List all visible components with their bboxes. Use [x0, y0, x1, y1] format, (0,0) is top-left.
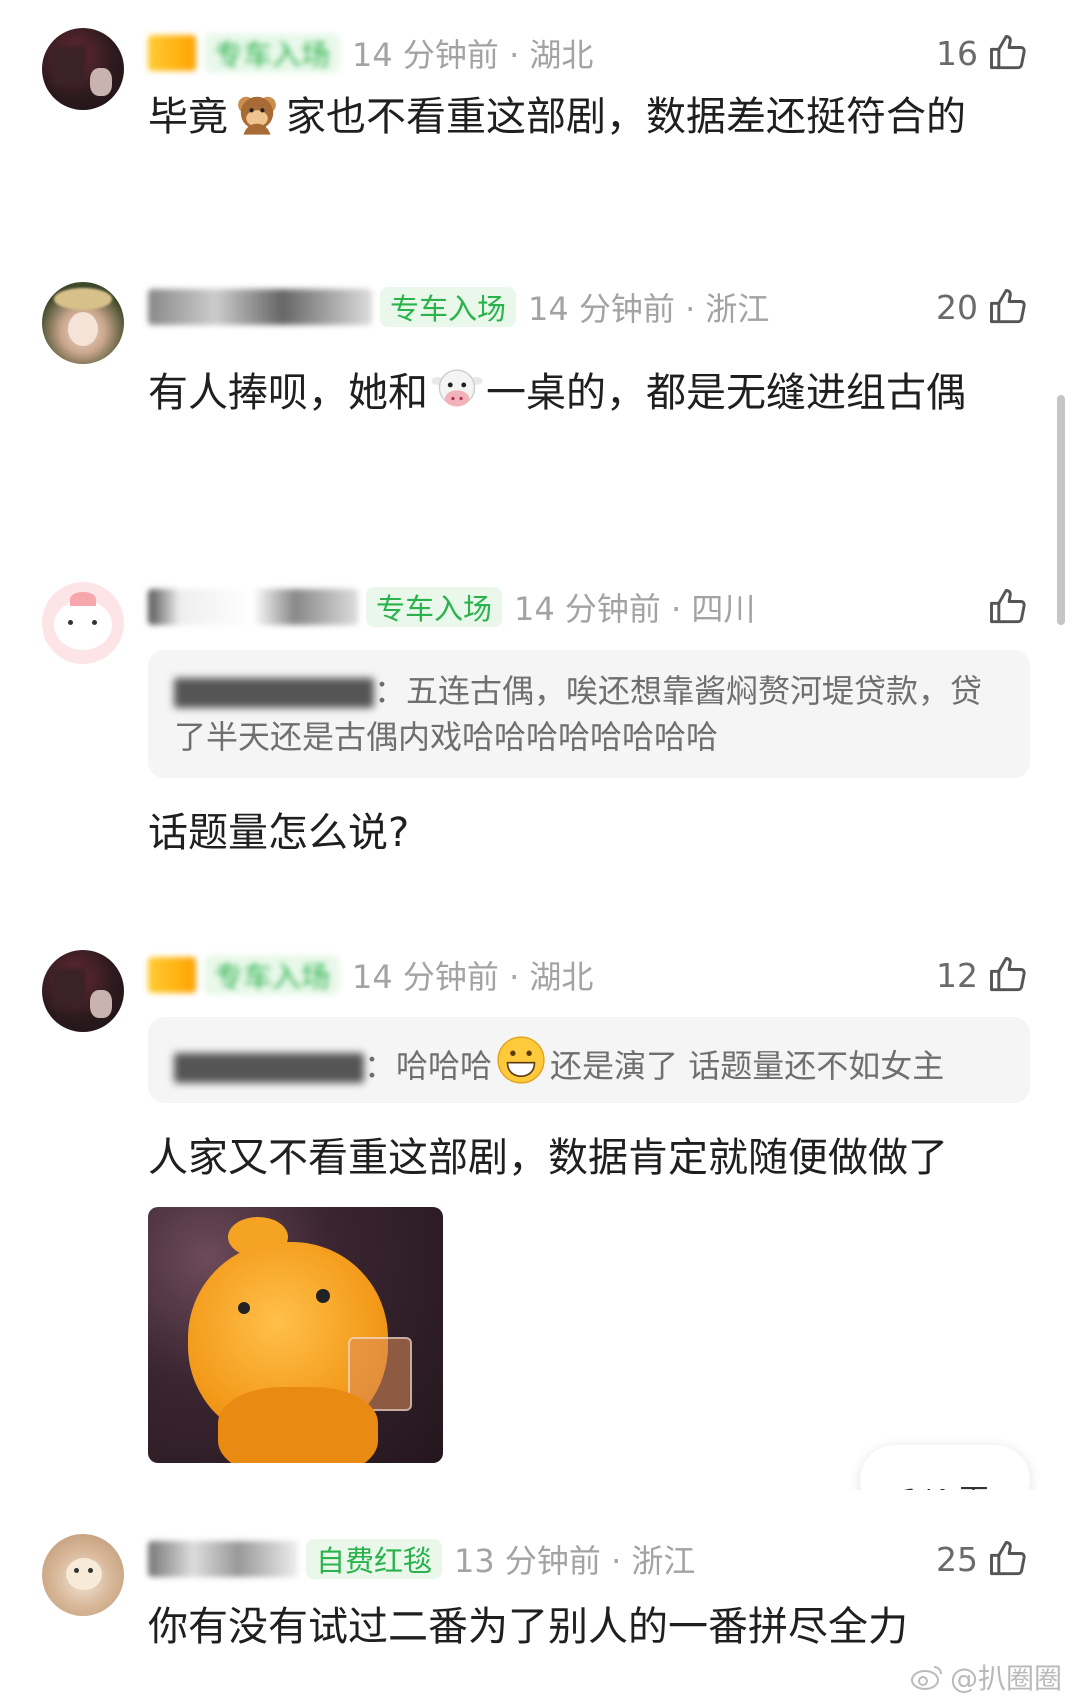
time-location: 14 分钟前 · 湖北 [352, 36, 594, 74]
time-location: 14 分钟前 · 四川 [514, 590, 756, 628]
like-count: 12 [936, 955, 978, 995]
time-location: 14 分钟前 · 湖北 [352, 958, 594, 996]
comment-meta: 专车入场 14 分钟前 · 浙江 [148, 282, 769, 332]
like-button[interactable]: 12 [936, 950, 1030, 1000]
like-button[interactable] [978, 582, 1030, 632]
comment-text: 人家又不看重这部剧，数据肯定就随便做做了 [148, 1135, 948, 1181]
comment-text: 毕竟 家也不看重这部剧，数据差还挺符合的 [148, 84, 1028, 150]
watermark-text: @扒圈圈 [949, 1662, 1062, 1695]
quoted-username [174, 1053, 364, 1083]
badge: 专车入场 [366, 587, 503, 627]
comment-meta: 专车入场 14 分钟前 · 湖北 [148, 28, 593, 78]
comment-meta: 专车入场 14 分钟前 · 四川 [148, 582, 755, 632]
avatar[interactable] [42, 282, 124, 364]
quoted-reply[interactable]: ：五连古偶，唉还想靠酱焖赘河堤贷款，贷了半天还是古偶内戏哈哈哈哈哈哈哈哈 [148, 650, 1030, 778]
watermark: @扒圈圈 [910, 1657, 1062, 1697]
quoted-text-before: ：哈哈哈 [364, 1047, 493, 1085]
like-button[interactable]: 20 [936, 282, 1030, 332]
badge: 自费红毯 [306, 1539, 443, 1579]
thumbs-up-icon [990, 1541, 1026, 1576]
cow-emoji-icon [431, 369, 483, 407]
monkey-emoji-icon [238, 96, 276, 135]
like-count: 16 [936, 33, 978, 73]
quoted-reply[interactable]: ：哈哈哈 还是演了 话题量还不如女主 [148, 1017, 1030, 1103]
time-location: 13 分钟前 · 浙江 [454, 1542, 696, 1580]
comment-meta: 自费红毯 13 分钟前 · 浙江 [148, 1534, 695, 1584]
thumbs-up-icon [990, 589, 1026, 624]
quoted-username [174, 678, 374, 708]
avatar[interactable] [42, 582, 124, 664]
avatar[interactable] [42, 950, 124, 1032]
comment-meta: 专车入场 14 分钟前 · 湖北 [148, 950, 593, 1000]
grin-emoji-icon [497, 1036, 545, 1084]
thumbs-up-icon [990, 35, 1026, 70]
like-button[interactable]: 16 [936, 28, 1030, 78]
username[interactable] [148, 589, 358, 625]
thumbs-up-icon [990, 289, 1026, 324]
username[interactable] [148, 1541, 298, 1577]
quoted-text-after: 还是演了 话题量还不如女主 [550, 1047, 945, 1085]
like-count: 25 [936, 1539, 978, 1579]
badge: 专车入场 [380, 287, 517, 327]
username[interactable] [148, 35, 196, 71]
thumbs-up-icon [990, 957, 1026, 992]
username[interactable] [148, 957, 196, 993]
like-count: 20 [936, 287, 978, 327]
time-location: 14 分钟前 · 浙江 [528, 290, 770, 328]
avatar[interactable] [42, 28, 124, 110]
comment-text: 你有没有试过二番为了别人的一番拼尽全力 [148, 1604, 908, 1650]
comment-text: 话题量怎么说? [148, 810, 410, 856]
divider [0, 1490, 1080, 1528]
username[interactable] [148, 289, 372, 325]
comment-text: 有人捧呗，她和 一桌的，都是无缝进组古偶 [148, 360, 1028, 426]
like-button[interactable]: 25 [936, 1534, 1030, 1584]
sticker-image[interactable] [148, 1207, 443, 1463]
badge: 专车入场 [204, 955, 341, 995]
avatar[interactable] [42, 1534, 124, 1616]
badge: 专车入场 [204, 33, 341, 73]
weibo-logo-icon [910, 1666, 942, 1690]
scrollbar[interactable] [1057, 395, 1065, 625]
